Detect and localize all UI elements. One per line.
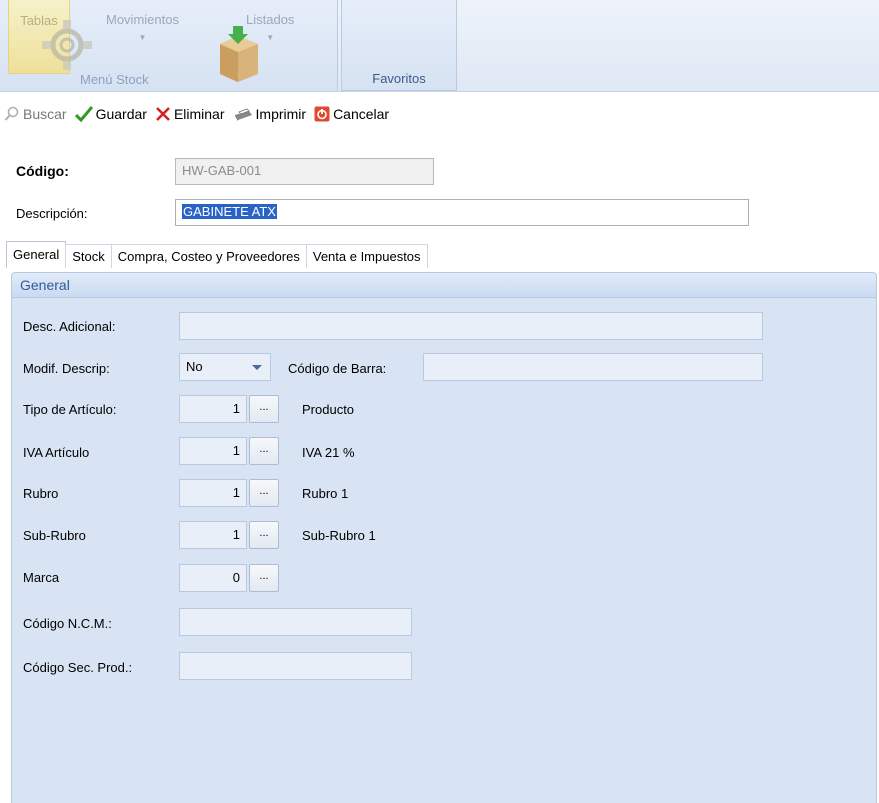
descripcion-selected-text: GABINETE ATX: [182, 204, 277, 219]
codigo-sec-prod-label: Código Sec. Prod.:: [23, 660, 133, 675]
favoritos-caption: Favoritos: [372, 71, 426, 86]
codigo-sec-prod-field[interactable]: [179, 652, 412, 680]
menu-stock-caption: Menú Stock: [80, 72, 149, 87]
tab-general[interactable]: General: [6, 241, 67, 268]
tipo-articulo-label: Tipo de Artículo:: [23, 402, 117, 417]
checkmark-icon: [74, 106, 93, 122]
tipo-articulo-lookup-button[interactable]: ...: [249, 395, 279, 423]
subrubro-desc: Sub-Rubro 1: [302, 528, 376, 543]
imprimir-label: Imprimir: [255, 106, 307, 122]
codigo-barra-label: Código de Barra:: [288, 361, 387, 376]
chevron-down-icon: ▼: [266, 33, 275, 42]
rubro-lookup-button[interactable]: ...: [249, 479, 279, 507]
guardar-button[interactable]: Guardar: [74, 106, 147, 122]
descripcion-field[interactable]: GABINETE ATX: [175, 199, 749, 226]
tab-compra-costeo-proveedores[interactable]: Compra, Costeo y Proveedores: [110, 244, 307, 268]
general-panel: General: [11, 272, 877, 803]
eliminar-label: Eliminar: [173, 106, 225, 122]
iva-lookup-button[interactable]: ...: [249, 437, 279, 465]
search-icon: [4, 106, 19, 121]
tipo-articulo-desc: Producto: [302, 402, 355, 417]
iva-desc: IVA 21 %: [302, 445, 355, 460]
panel-title: General: [12, 273, 876, 298]
marca-code-field[interactable]: 0: [179, 564, 247, 592]
chevron-down-icon: [252, 365, 262, 370]
tab-stock[interactable]: Stock: [65, 244, 112, 268]
modif-descrip-value: No: [186, 359, 203, 374]
gear-icon: [42, 20, 92, 70]
codigo-ncm-label: Código N.C.M.:: [23, 616, 112, 631]
ribbon-group-menu-stock: Tablas Movimientos ▼ Listados ▼ Menú Sto…: [0, 0, 338, 91]
codigo-label: Código:: [16, 163, 69, 179]
ribbon: Tablas Movimientos ▼ Listados ▼ Menú Sto…: [0, 0, 879, 92]
subrubro-label: Sub-Rubro: [23, 528, 86, 543]
movimientos-button[interactable]: Movimientos ▼: [106, 12, 179, 42]
printer-icon: [234, 108, 252, 121]
listados-button[interactable]: Listados ▼: [246, 12, 294, 42]
delete-x-icon: [156, 107, 170, 121]
eliminar-button[interactable]: Eliminar: [155, 106, 225, 122]
rubro-code-field[interactable]: 1: [179, 479, 247, 507]
marca-lookup-button[interactable]: ...: [249, 564, 279, 592]
iva-code-field[interactable]: 1: [179, 437, 247, 465]
subrubro-code-field[interactable]: 1: [179, 521, 247, 549]
codigo-ncm-field[interactable]: [179, 608, 412, 636]
subrubro-lookup-button[interactable]: ...: [249, 521, 279, 549]
descripcion-label: Descripción:: [16, 206, 88, 221]
desc-adicional-label: Desc. Adicional:: [23, 319, 116, 334]
codigo-barra-field[interactable]: [423, 353, 763, 381]
modif-descrip-select[interactable]: No: [179, 353, 271, 381]
modif-descrip-label: Modif. Descrip:: [23, 361, 110, 376]
toolbar: Buscar Guardar Eliminar Imprimir Cancela…: [0, 100, 879, 128]
imprimir-button[interactable]: Imprimir: [233, 106, 307, 122]
rubro-desc: Rubro 1: [302, 486, 349, 501]
cancelar-label: Cancelar: [333, 106, 390, 122]
movimientos-label: Movimientos: [106, 12, 179, 27]
buscar-label: Buscar: [23, 106, 67, 122]
cancel-icon: [314, 106, 330, 122]
tab-bar: General Stock Compra, Costeo y Proveedor…: [6, 240, 428, 268]
marca-label: Marca: [23, 570, 60, 585]
buscar-button[interactable]: Buscar: [4, 106, 67, 122]
tab-venta-impuestos[interactable]: Venta e Impuestos: [305, 244, 428, 268]
guardar-label: Guardar: [95, 106, 147, 122]
rubro-label: Rubro: [23, 486, 59, 501]
cancelar-button[interactable]: Cancelar: [314, 106, 389, 122]
chevron-down-icon: ▼: [138, 33, 147, 42]
desc-adicional-field[interactable]: [179, 312, 763, 340]
listados-label: Listados: [246, 12, 295, 27]
ribbon-group-favoritos[interactable]: Favoritos: [341, 0, 457, 91]
codigo-field[interactable]: HW-GAB-001: [175, 158, 434, 185]
tipo-articulo-code-field[interactable]: 1: [179, 395, 247, 423]
iva-articulo-label: IVA Artículo: [23, 445, 90, 460]
